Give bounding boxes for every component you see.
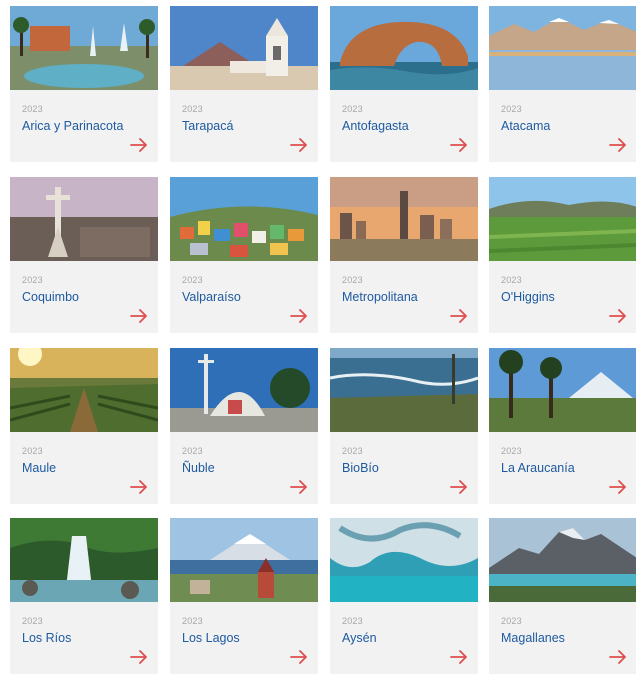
arrow-right-icon[interactable] bbox=[130, 138, 148, 152]
region-card[interactable]: 2023 Valparaíso bbox=[170, 177, 318, 333]
region-photo[interactable] bbox=[330, 6, 478, 90]
region-card[interactable]: 2023 Coquimbo bbox=[10, 177, 158, 333]
region-year: 2023 bbox=[501, 104, 522, 114]
region-year: 2023 bbox=[22, 275, 43, 285]
region-photo[interactable] bbox=[489, 177, 636, 261]
region-card[interactable]: 2023 Metropolitana bbox=[330, 177, 478, 333]
arrow-right-icon[interactable] bbox=[450, 309, 468, 323]
arrow-right-icon[interactable] bbox=[130, 650, 148, 664]
region-name[interactable]: Aysén bbox=[342, 631, 377, 645]
region-year: 2023 bbox=[342, 104, 363, 114]
region-year: 2023 bbox=[182, 616, 203, 626]
region-photo[interactable] bbox=[170, 6, 318, 90]
arrow-right-icon[interactable] bbox=[450, 138, 468, 152]
region-name[interactable]: Los Lagos bbox=[182, 631, 240, 645]
arrow-right-icon[interactable] bbox=[609, 309, 627, 323]
region-photo[interactable] bbox=[170, 177, 318, 261]
region-name[interactable]: Maule bbox=[22, 461, 56, 475]
region-year: 2023 bbox=[501, 275, 522, 285]
region-photo[interactable] bbox=[10, 6, 158, 90]
region-year: 2023 bbox=[22, 616, 43, 626]
region-card[interactable]: 2023 Aysén bbox=[330, 518, 478, 674]
region-year: 2023 bbox=[182, 275, 203, 285]
region-card[interactable]: 2023 Maule bbox=[10, 348, 158, 504]
region-name[interactable]: Atacama bbox=[501, 119, 550, 133]
region-card[interactable]: 2023 La Araucanía bbox=[489, 348, 636, 504]
region-card[interactable]: 2023 Antofagasta bbox=[330, 6, 478, 162]
arrow-right-icon[interactable] bbox=[450, 650, 468, 664]
region-name[interactable]: O'Higgins bbox=[501, 290, 555, 304]
region-name[interactable]: Valparaíso bbox=[182, 290, 241, 304]
region-name[interactable]: Ñuble bbox=[182, 461, 215, 475]
region-photo[interactable] bbox=[10, 177, 158, 261]
region-photo[interactable] bbox=[489, 518, 636, 602]
arrow-right-icon[interactable] bbox=[609, 138, 627, 152]
arrow-right-icon[interactable] bbox=[290, 650, 308, 664]
region-year: 2023 bbox=[342, 616, 363, 626]
region-name[interactable]: Tarapacá bbox=[182, 119, 233, 133]
region-photo[interactable] bbox=[330, 348, 478, 432]
region-photo[interactable] bbox=[489, 348, 636, 432]
region-year: 2023 bbox=[182, 104, 203, 114]
region-year: 2023 bbox=[22, 446, 43, 456]
region-year: 2023 bbox=[342, 446, 363, 456]
region-name[interactable]: Arica y Parinacota bbox=[22, 119, 123, 133]
regions-grid: 2023 Arica y Parinacota 2023 Tarapacá 2023 An… bbox=[0, 0, 636, 674]
region-photo[interactable] bbox=[10, 518, 158, 602]
region-card[interactable]: 2023 Arica y Parinacota bbox=[10, 6, 158, 162]
arrow-right-icon[interactable] bbox=[130, 480, 148, 494]
region-year: 2023 bbox=[501, 616, 522, 626]
arrow-right-icon[interactable] bbox=[609, 650, 627, 664]
region-year: 2023 bbox=[182, 446, 203, 456]
region-card[interactable]: 2023 Magallanes bbox=[489, 518, 636, 674]
region-name[interactable]: Coquimbo bbox=[22, 290, 79, 304]
region-year: 2023 bbox=[342, 275, 363, 285]
region-name[interactable]: Antofagasta bbox=[342, 119, 409, 133]
region-photo[interactable] bbox=[489, 6, 636, 90]
region-card[interactable]: 2023 Los Lagos bbox=[170, 518, 318, 674]
region-photo[interactable] bbox=[10, 348, 158, 432]
arrow-right-icon[interactable] bbox=[609, 480, 627, 494]
region-photo[interactable] bbox=[330, 177, 478, 261]
region-card[interactable]: 2023 Tarapacá bbox=[170, 6, 318, 162]
region-name[interactable]: La Araucanía bbox=[501, 461, 575, 475]
region-card[interactable]: 2023 O'Higgins bbox=[489, 177, 636, 333]
region-name[interactable]: Magallanes bbox=[501, 631, 565, 645]
region-name[interactable]: Los Ríos bbox=[22, 631, 71, 645]
region-photo[interactable] bbox=[170, 518, 318, 602]
region-name[interactable]: Metropolitana bbox=[342, 290, 418, 304]
region-photo[interactable] bbox=[330, 518, 478, 602]
arrow-right-icon[interactable] bbox=[450, 480, 468, 494]
arrow-right-icon[interactable] bbox=[130, 309, 148, 323]
region-card[interactable]: 2023 BioBío bbox=[330, 348, 478, 504]
region-card[interactable]: 2023 Ñuble bbox=[170, 348, 318, 504]
region-year: 2023 bbox=[501, 446, 522, 456]
arrow-right-icon[interactable] bbox=[290, 138, 308, 152]
arrow-right-icon[interactable] bbox=[290, 480, 308, 494]
region-card[interactable]: 2023 Los Ríos bbox=[10, 518, 158, 674]
region-photo[interactable] bbox=[170, 348, 318, 432]
arrow-right-icon[interactable] bbox=[290, 309, 308, 323]
region-year: 2023 bbox=[22, 104, 43, 114]
region-card[interactable]: 2023 Atacama bbox=[489, 6, 636, 162]
region-name[interactable]: BioBío bbox=[342, 461, 379, 475]
